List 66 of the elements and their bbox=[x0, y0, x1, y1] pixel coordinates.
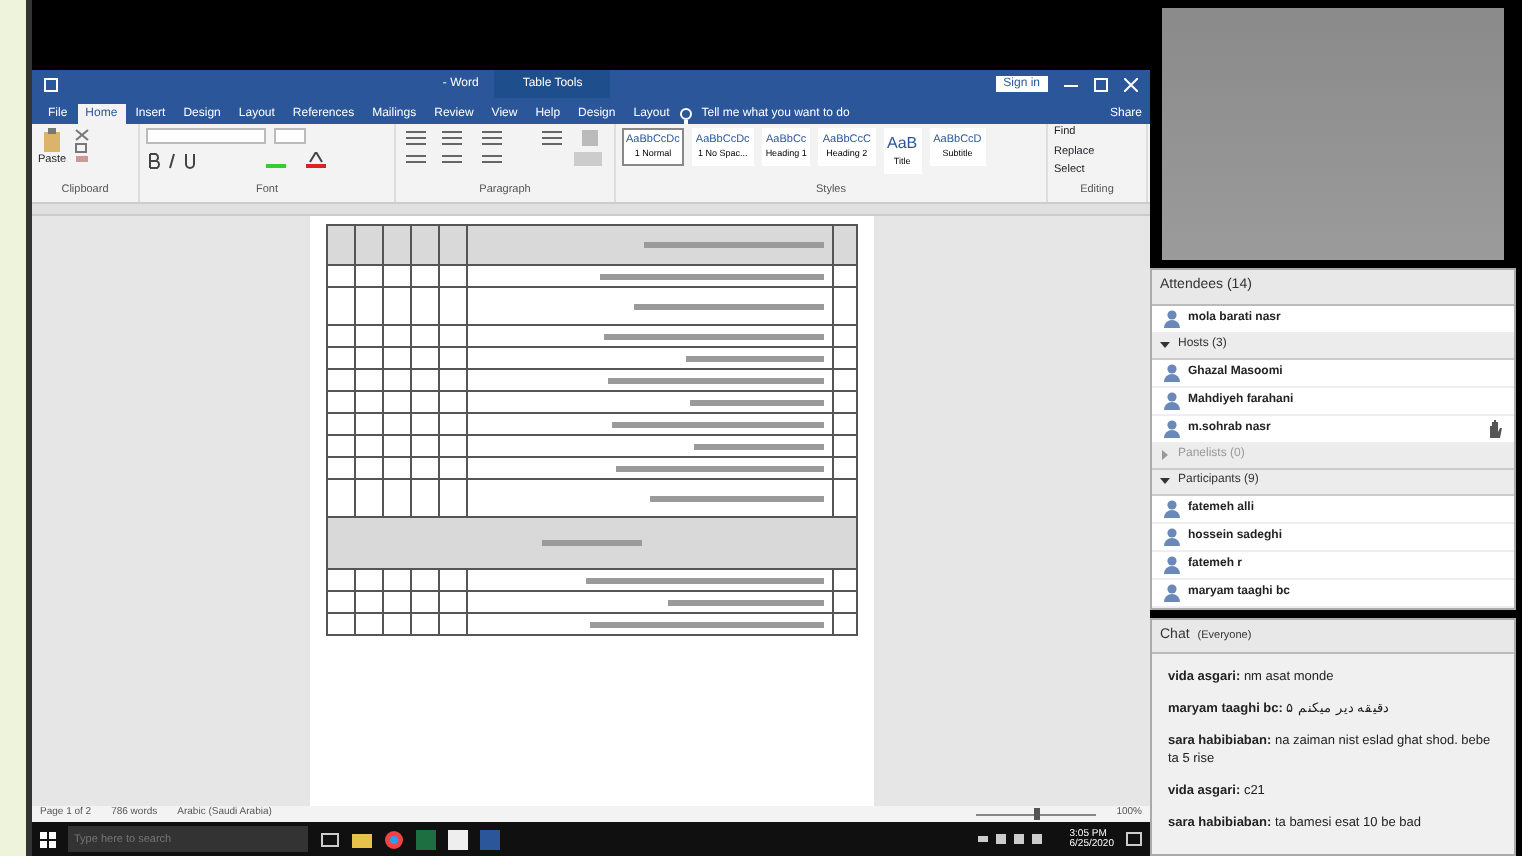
table-cell bbox=[411, 370, 439, 392]
table-cell bbox=[383, 436, 411, 458]
font-size-field[interactable] bbox=[274, 128, 306, 144]
word-app-icon[interactable] bbox=[480, 829, 500, 849]
table-cell bbox=[355, 614, 383, 636]
task-view-icon[interactable] bbox=[320, 829, 340, 849]
blurred-text-line bbox=[685, 355, 823, 361]
blurred-text-line bbox=[693, 443, 823, 449]
table-cell bbox=[383, 326, 411, 348]
person-icon bbox=[1164, 391, 1180, 409]
table-cell bbox=[355, 436, 383, 458]
zoom-slider-thumb[interactable] bbox=[1033, 808, 1040, 820]
browser-icon[interactable] bbox=[384, 829, 404, 849]
person-icon bbox=[1164, 419, 1180, 437]
table-cell bbox=[383, 392, 411, 414]
table-cell bbox=[411, 288, 439, 326]
table-cell bbox=[411, 348, 439, 370]
table-cell bbox=[411, 458, 439, 480]
table-cell bbox=[411, 392, 439, 414]
table-cell bbox=[383, 592, 411, 614]
table-cell bbox=[383, 414, 411, 436]
document-app-icon[interactable] bbox=[448, 829, 468, 849]
person-icon bbox=[1164, 363, 1180, 381]
table-cell bbox=[411, 326, 439, 348]
table-cell bbox=[383, 614, 411, 636]
table-cell bbox=[411, 436, 439, 458]
table-cell bbox=[383, 266, 411, 288]
zoom-slider[interactable] bbox=[976, 808, 1097, 820]
clipboard-icon bbox=[42, 128, 63, 152]
person-icon bbox=[1164, 309, 1180, 327]
table-cell bbox=[411, 592, 439, 614]
folder-icon[interactable] bbox=[352, 829, 372, 849]
table-cell bbox=[383, 370, 411, 392]
blurred-text-line bbox=[541, 540, 641, 546]
table-cell bbox=[355, 348, 383, 370]
table-cell bbox=[411, 414, 439, 436]
table-cell bbox=[355, 592, 383, 614]
table-cell bbox=[355, 414, 383, 436]
caret-icon bbox=[1160, 450, 1170, 460]
table-cell bbox=[355, 370, 383, 392]
person-icon bbox=[1164, 555, 1180, 573]
spreadsheet-app-icon[interactable] bbox=[416, 829, 436, 849]
table-cell bbox=[383, 458, 411, 480]
table-cell bbox=[355, 458, 383, 480]
table-cell bbox=[411, 614, 439, 636]
caret-icon bbox=[1160, 340, 1170, 350]
table-cell bbox=[383, 288, 411, 326]
close-icon[interactable] bbox=[1124, 77, 1138, 91]
paragraph-format-icons[interactable] bbox=[402, 128, 602, 168]
cut-copy-icons[interactable] bbox=[74, 128, 91, 164]
table-cell bbox=[355, 326, 383, 348]
save-icon[interactable] bbox=[44, 77, 58, 91]
blurred-text-line bbox=[689, 399, 823, 405]
font-name-field[interactable] bbox=[146, 128, 266, 144]
maximize-icon[interactable] bbox=[1094, 77, 1108, 91]
notifications-icon[interactable] bbox=[1126, 831, 1142, 847]
windows-start-icon[interactable] bbox=[40, 831, 56, 847]
table-cell bbox=[411, 266, 439, 288]
caret-icon bbox=[1160, 476, 1170, 486]
person-icon bbox=[1164, 527, 1180, 545]
table-cell bbox=[355, 392, 383, 414]
table-cell bbox=[383, 348, 411, 370]
person-icon bbox=[1164, 583, 1180, 601]
person-icon bbox=[1164, 499, 1180, 517]
table-cell bbox=[355, 266, 383, 288]
table-cell bbox=[355, 288, 383, 326]
